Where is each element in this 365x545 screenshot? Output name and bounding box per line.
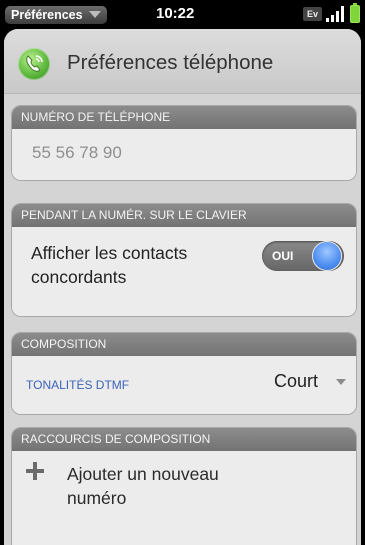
show-contacts-toggle[interactable]: OUI <box>262 241 344 271</box>
phone-icon <box>18 48 50 80</box>
network-ev-icon: Ev <box>303 7 322 21</box>
shortcuts-group-title: RACCOURCIS DE COMPOSITION <box>12 428 356 451</box>
preferences-card: Préférences téléphone NUMÉRO DE TÉLÉPHON… <box>4 29 361 545</box>
phone-number-row: 55 56 78 90 <box>12 129 356 180</box>
signal-strength-icon <box>326 6 346 22</box>
chevron-down-icon[interactable] <box>336 379 346 385</box>
dialing-group: PENDANT LA NUMÉR. SUR LE CLAVIER Affiche… <box>11 203 357 317</box>
dtmf-row[interactable]: TONALITÉS DTMF Court <box>12 356 356 414</box>
phone-number-value: 55 56 78 90 <box>32 143 122 162</box>
plus-icon <box>26 462 44 480</box>
composition-group-title: COMPOSITION <box>12 333 356 356</box>
toggle-knob[interactable] <box>312 241 342 271</box>
dtmf-label: TONALITÉS DTMF <box>26 378 130 392</box>
phone-number-group: NUMÉRO DE TÉLÉPHONE 55 56 78 90 <box>11 105 357 181</box>
app-menu-label: Préférences <box>11 8 83 22</box>
phone-number-group-title: NUMÉRO DE TÉLÉPHONE <box>12 106 356 129</box>
composition-group: COMPOSITION TONALITÉS DTMF Court <box>11 332 357 415</box>
battery-icon <box>350 3 360 23</box>
status-bar: Préférences 10:22 Ev <box>0 0 365 29</box>
contacts-row: Afficher les contacts concordants OUI <box>12 227 356 316</box>
header: Préférences téléphone <box>4 29 361 94</box>
dialing-group-title: PENDANT LA NUMÉR. SUR LE CLAVIER <box>12 204 356 227</box>
clock: 10:22 <box>156 5 195 22</box>
show-contacts-label: Afficher les contacts concordants <box>31 243 188 287</box>
shortcuts-group: RACCOURCIS DE COMPOSITION Ajouter un nou… <box>11 427 357 545</box>
chevron-down-icon <box>88 11 101 18</box>
dtmf-select[interactable]: Court <box>274 371 318 392</box>
app-menu-button[interactable]: Préférences <box>5 6 107 24</box>
add-number-row[interactable]: Ajouter un nouveau numéro <box>12 451 356 545</box>
phone-screen: Préférences 10:22 Ev Préférences télépho… <box>0 0 365 545</box>
toggle-label: OUI <box>272 249 294 263</box>
page-title: Préférences téléphone <box>67 51 274 74</box>
add-number-button[interactable]: Ajouter un nouveau numéro <box>67 462 277 510</box>
